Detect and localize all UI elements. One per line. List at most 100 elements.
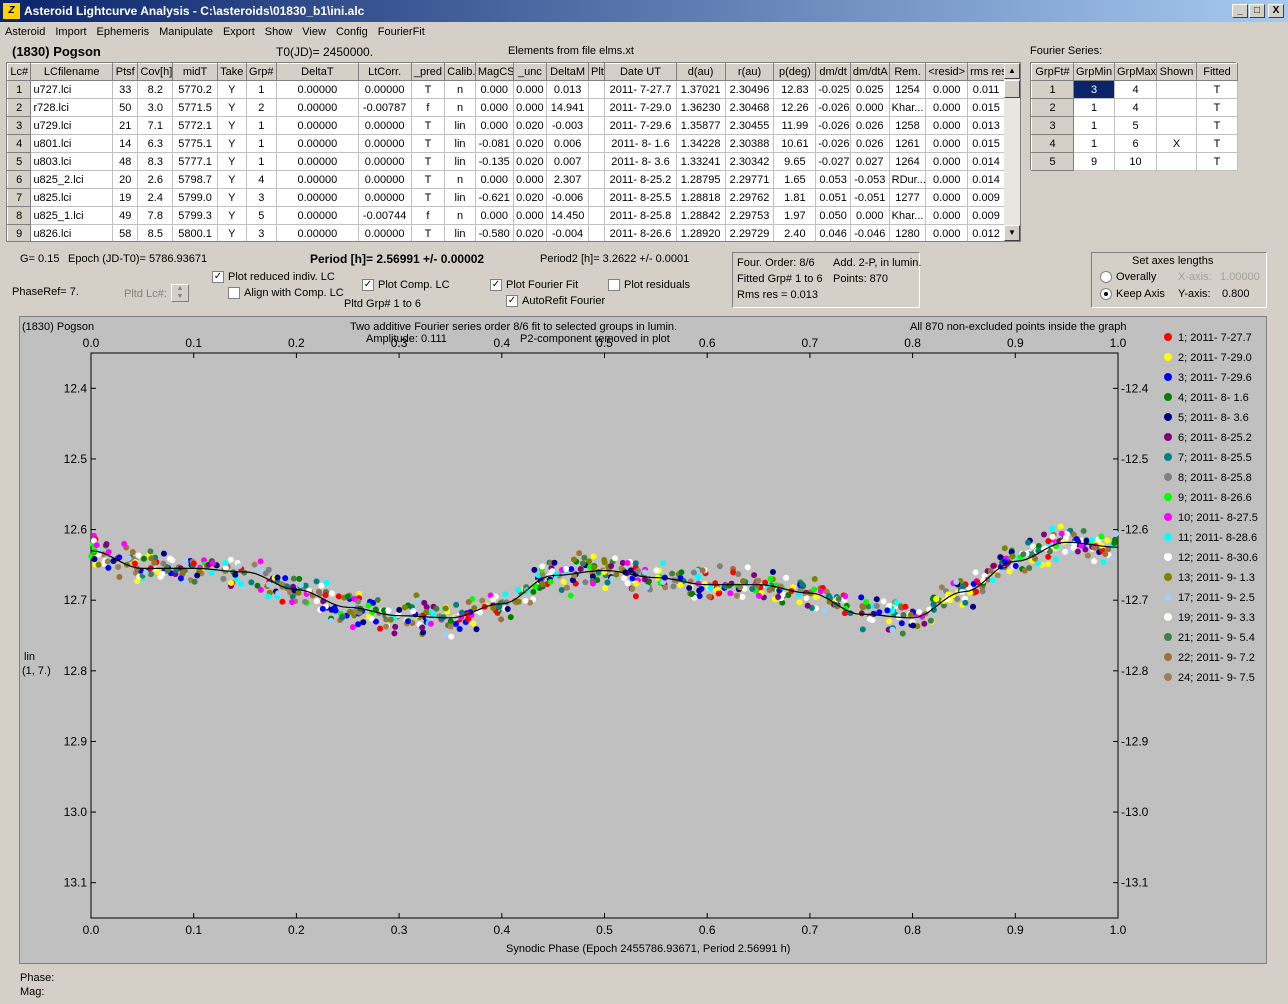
fourier-cell[interactable]: 6: [1114, 134, 1157, 153]
table-cell[interactable]: 10.61: [773, 134, 817, 153]
fourier-row[interactable]: 315 T: [1031, 116, 1238, 135]
table-cell[interactable]: 1264: [888, 152, 927, 171]
table-cell[interactable]: 0.00000: [276, 134, 359, 153]
fourier-row[interactable]: 134 T: [1031, 80, 1238, 99]
table-cell[interactable]: 19: [111, 188, 139, 207]
table-cell[interactable]: [587, 170, 606, 189]
fourier-cell[interactable]: T: [1196, 134, 1238, 153]
fourier-cell[interactable]: 1: [1031, 80, 1074, 99]
menu-config[interactable]: Config: [331, 24, 373, 38]
table-cell[interactable]: [587, 224, 606, 241]
scroll-thumb[interactable]: [1004, 80, 1020, 98]
fourier-row[interactable]: 214 T: [1031, 98, 1238, 117]
table-cell[interactable]: 2.30468: [724, 98, 775, 117]
lc-col-header[interactable]: Grp#: [245, 63, 278, 81]
table-cell[interactable]: 2011- 8-25.5: [604, 188, 677, 207]
table-cell[interactable]: 11.99: [773, 116, 817, 135]
table-cell[interactable]: 12.83: [773, 80, 817, 99]
table-cell[interactable]: 4: [7, 134, 32, 153]
table-cell[interactable]: 12.26: [773, 98, 817, 117]
table-cell[interactable]: Y: [216, 134, 247, 153]
table-cell[interactable]: [587, 134, 606, 153]
table-cell[interactable]: Khar...: [888, 206, 927, 225]
table-cell[interactable]: 5777.1: [172, 152, 218, 171]
minimize-button[interactable]: _: [1232, 4, 1248, 18]
table-cell[interactable]: T: [410, 152, 446, 171]
table-cell[interactable]: 5775.1: [172, 134, 218, 153]
table-cell[interactable]: -0.026: [815, 134, 851, 153]
table-cell[interactable]: 0.000: [925, 116, 969, 135]
table-cell[interactable]: 0.020: [512, 116, 548, 135]
table-cell[interactable]: 2011- 8- 3.6: [604, 152, 677, 171]
table-cell[interactable]: 6.3: [137, 134, 174, 153]
table-cell[interactable]: 0.020: [512, 224, 548, 241]
fourier-col-header[interactable]: GrpFt#: [1031, 63, 1074, 81]
table-cell[interactable]: [587, 152, 606, 171]
table-cell[interactable]: 0.014: [967, 152, 1005, 171]
pltd-lc-spinner[interactable]: ▲ ▼: [171, 284, 189, 302]
table-cell[interactable]: lin: [444, 116, 476, 135]
lc-col-header[interactable]: Rem.: [888, 63, 927, 81]
plot-fourier-checkbox[interactable]: ✓ Plot Fourier Fit: [490, 279, 578, 292]
table-cell[interactable]: 1: [7, 80, 32, 99]
table-cell[interactable]: -0.00744: [357, 206, 412, 225]
table-cell[interactable]: 2.29771: [724, 170, 775, 189]
table-cell[interactable]: 0.026: [849, 116, 890, 135]
table-cell[interactable]: 50: [111, 98, 139, 117]
table-cell[interactable]: -0.026: [815, 116, 851, 135]
table-cell[interactable]: Y: [216, 206, 247, 225]
table-cell[interactable]: 0.053: [815, 170, 851, 189]
table-cell[interactable]: RDur...: [888, 170, 927, 189]
table-cell[interactable]: u729.lci: [30, 116, 113, 135]
lc-col-header[interactable]: MagCS: [474, 63, 514, 81]
table-cell[interactable]: 2: [7, 98, 32, 117]
fourier-cell[interactable]: 1: [1073, 98, 1115, 117]
fourier-cell[interactable]: [1156, 98, 1197, 117]
table-cell[interactable]: 0.007: [546, 152, 589, 171]
fourier-cell[interactable]: 5: [1114, 116, 1157, 135]
fourier-cell[interactable]: 3: [1073, 80, 1115, 99]
table-cell[interactable]: 2011- 8-26.6: [604, 224, 677, 241]
table-cell[interactable]: 0.000: [512, 80, 548, 99]
table-cell[interactable]: 0.000: [849, 206, 890, 225]
fourier-cell[interactable]: 4: [1031, 134, 1074, 153]
table-cell[interactable]: 0.00000: [276, 152, 359, 171]
table-cell[interactable]: 2011- 8-25.2: [604, 170, 677, 189]
table-cell[interactable]: 1.34228: [675, 134, 726, 153]
table-cell[interactable]: 0.009: [967, 206, 1005, 225]
table-cell[interactable]: 0.000: [512, 206, 548, 225]
table-cell[interactable]: 0.00000: [276, 206, 359, 225]
table-cell[interactable]: lin: [444, 134, 476, 153]
table-cell[interactable]: 0.000: [925, 152, 969, 171]
fourier-row[interactable]: 5 9 10 T: [1031, 152, 1238, 171]
table-cell[interactable]: n: [444, 98, 476, 117]
table-cell[interactable]: T: [410, 134, 446, 153]
table-cell[interactable]: T: [410, 80, 446, 99]
table-cell[interactable]: T: [410, 224, 446, 241]
table-cell[interactable]: 5799.3: [172, 206, 218, 225]
table-cell[interactable]: 0.000: [925, 206, 969, 225]
table-cell[interactable]: 0.014: [967, 170, 1005, 189]
table-cell[interactable]: 0.020: [512, 134, 548, 153]
table-cell[interactable]: 2: [245, 98, 278, 117]
fourier-col-header[interactable]: Shown: [1156, 63, 1197, 81]
table-cell[interactable]: T: [410, 188, 446, 207]
table-cell[interactable]: 7: [7, 188, 32, 207]
table-cell[interactable]: 8: [7, 206, 32, 225]
fourier-cell[interactable]: X: [1156, 134, 1197, 153]
table-cell[interactable]: 2.4: [137, 188, 174, 207]
table-cell[interactable]: 1.97: [773, 206, 817, 225]
table-cell[interactable]: 0.000: [474, 98, 514, 117]
table-cell[interactable]: Y: [216, 98, 247, 117]
table-cell[interactable]: 1: [245, 116, 278, 135]
menu-asteroid[interactable]: Asteroid: [0, 24, 50, 38]
table-cell[interactable]: 0.026: [849, 134, 890, 153]
table-cell[interactable]: 5800.1: [172, 224, 218, 241]
table-cell[interactable]: f: [410, 98, 446, 117]
table-cell[interactable]: 5771.5: [172, 98, 218, 117]
table-cell[interactable]: 0.000: [925, 224, 969, 241]
table-cell[interactable]: 0.000: [849, 98, 890, 117]
table-cell[interactable]: 0.000: [925, 188, 969, 207]
table-cell[interactable]: -0.580: [474, 224, 514, 241]
table-cell[interactable]: n: [444, 80, 476, 99]
